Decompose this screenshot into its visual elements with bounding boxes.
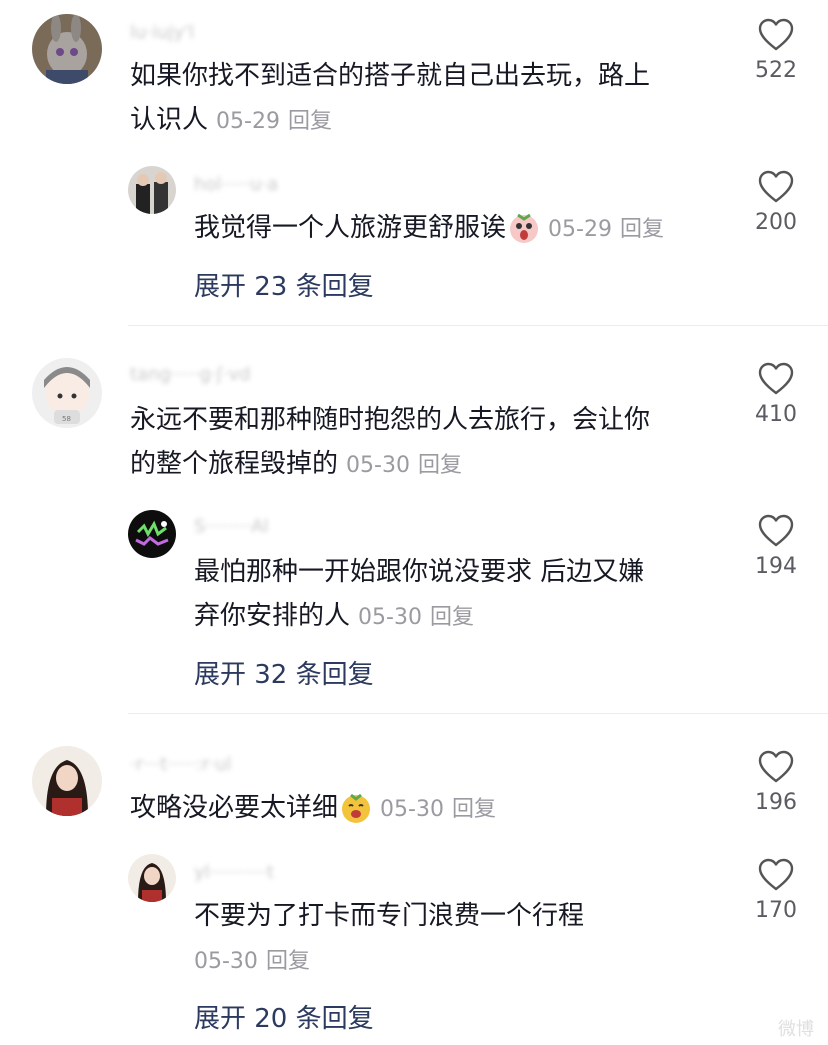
avatar[interactable] xyxy=(128,854,176,902)
surprised-face-icon xyxy=(508,212,540,258)
reply-text-line: 不要为了打卡而专门浪费一个行程 xyxy=(194,901,585,931)
watermark: 微博 xyxy=(778,1019,814,1040)
comment-meta: 05-29 回复 xyxy=(216,109,332,134)
expand-replies-button[interactable]: 展开 20 条回复 xyxy=(194,998,374,1035)
heart-icon xyxy=(758,362,794,395)
avatar[interactable] xyxy=(128,166,176,214)
comment-date: 05-30 xyxy=(346,453,410,478)
like-button[interactable]: 522 xyxy=(746,18,806,83)
reply-date: 05-29 xyxy=(548,217,612,242)
like-count: 194 xyxy=(755,554,797,579)
comment-meta: 05-30 回复 xyxy=(346,453,462,478)
reply-link[interactable]: 回复 xyxy=(430,605,474,630)
like-count: 196 xyxy=(755,790,797,815)
username[interactable]: tang·····g·ʃ·vd xyxy=(130,366,251,384)
comment-text-line: 攻略没必要太详细 xyxy=(130,793,339,823)
reply-text: 我觉得一个人旅游更舒服诶 05-29 回复 xyxy=(194,206,734,258)
reply-text-line: 我觉得一个人旅游更舒服诶 xyxy=(194,213,507,243)
username[interactable]: yl··········t xyxy=(194,864,274,882)
like-count: 410 xyxy=(755,402,797,427)
comment-text: 如果你找不到适合的搭子就自己出去玩，路上 认识人 05-29 回复 xyxy=(130,54,730,144)
like-count: 170 xyxy=(755,898,797,923)
username[interactable]: lu·iujy'l xyxy=(130,24,194,42)
comment-meta: 05-30 回复 xyxy=(380,797,496,822)
heart-icon xyxy=(758,514,794,547)
avatar[interactable] xyxy=(32,746,102,816)
comment-text-line: 永远不要和那种随时抱怨的人去旅行，会让你 xyxy=(130,405,651,435)
heart-icon xyxy=(758,18,794,51)
comment-text-line: 的整个旅程毁掉的 xyxy=(130,449,339,479)
reply-link[interactable]: 回复 xyxy=(452,797,496,822)
avatar[interactable] xyxy=(32,14,102,84)
reply-meta: 05-30 回复 xyxy=(358,605,474,630)
reply-text-line: 弃你安排的人 xyxy=(194,601,351,631)
heart-icon xyxy=(758,750,794,783)
reply-link[interactable]: 回复 xyxy=(620,217,664,242)
heart-icon xyxy=(758,170,794,203)
comment-text: 永远不要和那种随时抱怨的人去旅行，会让你 的整个旅程毁掉的 05-30 回复 xyxy=(130,398,730,488)
like-count: 522 xyxy=(755,58,797,83)
like-button[interactable]: 170 xyxy=(746,858,806,923)
reply-text-line: 最怕那种一开始跟你说没要求 后边又嫌 xyxy=(194,557,645,587)
comment-text-line: 如果你找不到适合的搭子就自己出去玩，路上 xyxy=(130,61,651,91)
svg-text:58: 58 xyxy=(62,415,71,423)
heart-icon xyxy=(758,858,794,891)
comment-date: 05-29 xyxy=(216,109,280,134)
reply-meta: 05-30 回复 xyxy=(194,949,310,974)
like-button[interactable]: 410 xyxy=(746,362,806,427)
reply-link[interactable]: 回复 xyxy=(266,949,310,974)
avatar[interactable] xyxy=(128,510,176,558)
username[interactable]: hol·····u·a xyxy=(194,176,278,194)
comment-text: 攻略没必要太详细 05-30 回复 xyxy=(130,786,730,838)
reply-date: 05-30 xyxy=(194,949,258,974)
reply-text: 最怕那种一开始跟你说没要求 后边又嫌 弃你安排的人 05-30 回复 xyxy=(194,550,734,640)
grinning-face-icon xyxy=(340,792,372,838)
reply-link[interactable]: 回复 xyxy=(418,453,462,478)
like-button[interactable]: 194 xyxy=(746,514,806,579)
reply-text: 不要为了打卡而专门浪费一个行程 05-30 回复 xyxy=(194,894,734,984)
reply-link[interactable]: 回复 xyxy=(288,109,332,134)
reply-meta: 05-29 回复 xyxy=(548,217,664,242)
divider xyxy=(128,713,828,714)
divider xyxy=(128,325,828,326)
like-count: 200 xyxy=(755,210,797,235)
comment-date: 05-30 xyxy=(380,797,444,822)
avatar[interactable]: 58 xyxy=(32,358,102,428)
username[interactable]: ·r···t·····:r·ul xyxy=(130,756,232,774)
comment-text-line: 认识人 xyxy=(130,105,209,135)
expand-replies-button[interactable]: 展开 32 条回复 xyxy=(194,654,374,691)
like-button[interactable]: 200 xyxy=(746,170,806,235)
like-button[interactable]: 196 xyxy=(746,750,806,815)
username[interactable]: S········Al xyxy=(194,518,269,536)
expand-replies-button[interactable]: 展开 23 条回复 xyxy=(194,266,374,303)
reply-date: 05-30 xyxy=(358,605,422,630)
